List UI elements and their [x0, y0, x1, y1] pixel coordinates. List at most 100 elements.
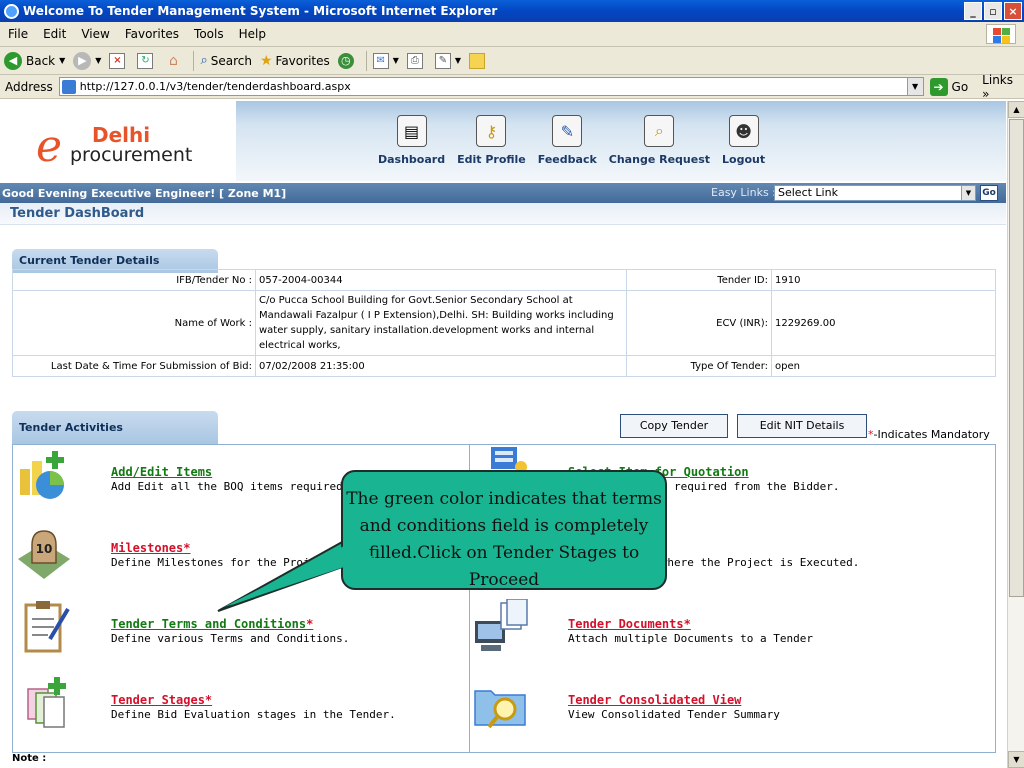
activity-title[interactable]: Add/Edit Items [111, 465, 212, 479]
easy-links-go-button[interactable]: Go [980, 185, 998, 201]
favorites-button[interactable]: ★ Favorites [260, 53, 330, 69]
edit-page-icon: ✎ [434, 52, 451, 69]
page-title: Tender DashBoard [0, 203, 1006, 225]
menu-file[interactable]: File [8, 27, 28, 41]
scroll-down-icon[interactable]: ▼ [1008, 751, 1024, 768]
address-url: http://127.0.0.1/v3/tender/tenderdashboa… [79, 80, 351, 93]
back-button[interactable]: ◀ Back ▼ [4, 51, 65, 70]
milestone-icon: 10 [18, 530, 70, 579]
search-icon: ⌕ [200, 53, 208, 68]
consolidated-view-icon [474, 690, 526, 729]
history-icon: ◷ [337, 52, 354, 69]
scroll-up-icon[interactable]: ▲ [1008, 101, 1024, 118]
star-icon: ★ [259, 52, 273, 69]
current-tender-table: IFB/Tender No : 057-2004-00344 Tender ID… [12, 269, 996, 377]
back-arrow-icon: ◀ [4, 51, 22, 70]
pencil-icon: ✎ [552, 115, 583, 147]
tender-type-label: Type Of Tender: [626, 355, 772, 377]
menu-edit[interactable]: Edit [43, 27, 66, 41]
activity-title[interactable]: Tender Stages* [111, 693, 212, 707]
activity-desc: View Consolidated Tender Summary [568, 708, 780, 721]
windows-flag-icon [986, 24, 1016, 44]
chevron-down-icon: ▼ [961, 186, 975, 200]
edit-button[interactable]: ✎ ▼ [434, 52, 461, 69]
work-name-value: C/o Pucca School Building for Govt.Senio… [255, 290, 627, 356]
clipboard-icon: ▤ [396, 115, 427, 147]
stop-icon: × [109, 52, 126, 69]
refresh-icon: ↻ [137, 52, 154, 69]
search-button[interactable]: ⌕ Search [200, 53, 252, 68]
search-page-icon: ⌕ [644, 115, 675, 147]
activity-title[interactable]: Tender Documents* [568, 617, 691, 631]
go-arrow-icon: ➔ [929, 77, 948, 96]
back-dropdown-icon[interactable]: ▼ [59, 56, 65, 65]
nav-edit-profile[interactable]: ⚷ Edit Profile [457, 115, 526, 166]
logo-word: procurement [70, 144, 193, 166]
tender-type-value: open [771, 355, 996, 377]
nav-logout[interactable]: ☻ Logout [722, 115, 765, 166]
tender-id-label: Tender ID: [626, 269, 772, 291]
minimize-button[interactable]: _ [964, 2, 982, 20]
stop-button[interactable]: × [109, 52, 129, 69]
go-button[interactable]: ➔ Go [929, 77, 968, 96]
site-header: e Delhi procurement ▤ Dashboard ⚷ Edit P… [0, 101, 1006, 181]
forward-dropdown-icon[interactable]: ▼ [95, 56, 101, 65]
nav-dashboard[interactable]: ▤ Dashboard [378, 115, 445, 166]
documents-computer-icon [475, 599, 528, 651]
menu-help[interactable]: Help [239, 27, 266, 41]
toolbar-separator [365, 50, 367, 71]
nav-change-request[interactable]: ⌕ Change Request [609, 115, 710, 166]
callout-pointer-fill [224, 545, 374, 607]
key-icon: ⚷ [476, 115, 507, 147]
nav-feedback[interactable]: ✎ Feedback [538, 115, 597, 166]
address-dropdown-icon[interactable]: ▼ [906, 78, 923, 95]
folder-button[interactable] [469, 52, 489, 69]
greeting-bar: Good Evening Executive Engineer! [ Zone … [0, 183, 1006, 203]
history-button[interactable]: ◷ [337, 52, 358, 69]
folder-icon [469, 52, 486, 69]
ifb-value: 057-2004-00344 [255, 269, 627, 291]
print-button[interactable]: ⎙ [406, 52, 427, 69]
scroll-thumb[interactable] [1009, 119, 1024, 597]
home-icon: ⌂ [169, 52, 178, 69]
print-icon: ⎙ [406, 52, 423, 69]
menu-tools[interactable]: Tools [194, 27, 224, 41]
maximize-button[interactable]: ▫ [984, 2, 1002, 20]
easy-links-select[interactable]: Select Link ▼ [774, 185, 976, 201]
boq-items-icon [20, 451, 64, 499]
activity-title[interactable]: Tender Consolidated View [568, 693, 741, 707]
tender-activities-heading: Tender Activities [12, 411, 218, 444]
table-row: Name of Work : C/o Pucca School Building… [12, 290, 996, 356]
copy-tender-button[interactable]: Copy Tender [620, 414, 728, 438]
table-row: IFB/Tender No : 057-2004-00344 Tender ID… [12, 269, 996, 291]
logo-e-mark: e [36, 121, 63, 172]
refresh-button[interactable]: ↻ [137, 52, 157, 69]
address-bar: Address http://127.0.0.1/v3/tender/tende… [0, 73, 1024, 101]
edit-nit-details-button[interactable]: Edit NIT Details [737, 414, 867, 438]
ifb-label: IFB/Tender No : [12, 269, 256, 291]
svg-text:10: 10 [36, 542, 53, 556]
page-icon [61, 79, 76, 94]
home-button[interactable]: ⌂ [165, 53, 185, 69]
close-button[interactable]: × [1004, 2, 1022, 20]
terms-clipboard-icon [24, 601, 70, 653]
vertical-scrollbar[interactable]: ▲ ▼ [1007, 101, 1024, 768]
window-titlebar: Welcome To Tender Management System - Mi… [0, 0, 1024, 22]
activity-desc: Define various Terms and Conditions. [111, 632, 350, 645]
activity-title[interactable]: Tender Terms and Conditions* [111, 617, 313, 631]
address-input[interactable]: http://127.0.0.1/v3/tender/tenderdashboa… [58, 77, 924, 96]
menu-favorites[interactable]: Favorites [125, 27, 179, 41]
activity-title[interactable]: Milestones* [111, 541, 190, 555]
menu-view[interactable]: View [81, 27, 109, 41]
mail-button[interactable]: ✉ ▼ [372, 52, 399, 69]
bid-date-value: 07/02/2008 21:35:00 [255, 355, 627, 377]
page-content: e Delhi procurement ▤ Dashboard ⚷ Edit P… [0, 101, 1006, 768]
bid-date-label: Last Date & Time For Submission of Bid: [12, 355, 256, 377]
links-button[interactable]: Links » [982, 73, 1024, 101]
easy-links-label: Easy Links : [711, 186, 776, 199]
user-icon: ☻ [728, 115, 759, 147]
forward-button[interactable]: ▶ ▼ [73, 51, 101, 70]
edit-dropdown-icon[interactable]: ▼ [455, 56, 461, 65]
mail-dropdown-icon[interactable]: ▼ [393, 56, 399, 65]
mandatory-note: *-Indicates Mandatory [868, 428, 990, 441]
